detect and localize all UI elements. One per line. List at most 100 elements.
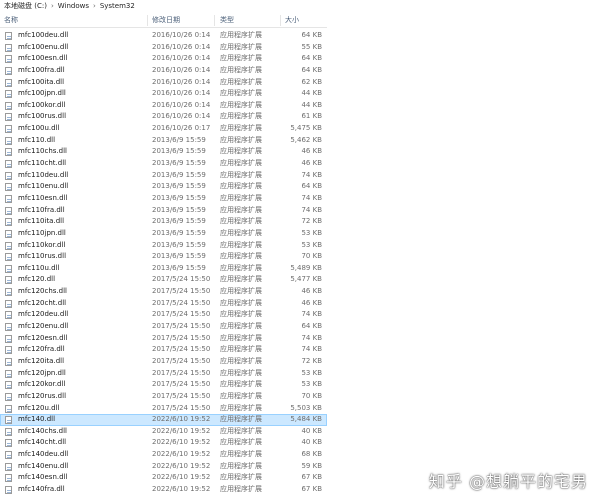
breadcrumb-item-windows[interactable]: Windows <box>56 2 91 10</box>
file-modified-date: 2022/6/10 19:52 <box>152 426 211 435</box>
file-size: 74 KB <box>301 170 322 179</box>
file-type: 应用程序扩展 <box>220 356 262 365</box>
file-size: 44 KB <box>301 89 322 98</box>
file-row[interactable]: mfc110cht.dll 2013/6/9 15:59 应用程序扩展 46 KB <box>0 158 327 170</box>
dll-file-icon <box>5 474 12 483</box>
file-modified-date: 2013/6/9 15:59 <box>152 228 206 237</box>
breadcrumb-item-drive[interactable]: 本地磁盘 (C:) <box>0 1 49 11</box>
file-name: mfc140cht.dll <box>18 438 67 447</box>
file-type: 应用程序扩展 <box>220 426 262 435</box>
file-row[interactable]: mfc100enu.dll 2016/10/26 0:14 应用程序扩展 55 KB <box>0 42 327 54</box>
file-row[interactable]: mfc100esn.dll 2016/10/26 0:14 应用程序扩展 64 KB <box>0 53 327 65</box>
breadcrumb-item-system32[interactable]: System32 <box>98 2 137 10</box>
file-row[interactable]: mfc120rus.dll 2017/5/24 15:50 应用程序扩展 70 KB <box>0 391 327 403</box>
file-row[interactable]: mfc110jpn.dll 2013/6/9 15:59 应用程序扩展 53 KB <box>0 228 327 240</box>
file-row[interactable]: mfc110enu.dll 2013/6/9 15:59 应用程序扩展 64 KB <box>0 181 327 193</box>
file-type: 应用程序扩展 <box>220 147 262 156</box>
dll-file-icon <box>5 264 12 273</box>
file-modified-date: 2017/5/24 15:50 <box>152 368 211 377</box>
file-row[interactable]: mfc120.dll 2017/5/24 15:50 应用程序扩展 5,477 KB <box>0 274 327 286</box>
column-header-name[interactable]: 名称 <box>4 14 18 27</box>
dll-file-icon <box>5 416 12 425</box>
file-row[interactable]: mfc100jpn.dll 2016/10/26 0:14 应用程序扩展 44 KB <box>0 88 327 100</box>
file-row[interactable]: mfc100fra.dll 2016/10/26 0:14 应用程序扩展 64 KB <box>0 65 327 77</box>
file-row[interactable]: mfc110esn.dll 2013/6/9 15:59 应用程序扩展 74 KB <box>0 193 327 205</box>
file-name: mfc110rus.dll <box>18 252 67 261</box>
file-row[interactable]: mfc110ita.dll 2013/6/9 15:59 应用程序扩展 72 KB <box>0 216 327 228</box>
file-size: 5,462 KB <box>290 135 322 144</box>
file-row[interactable]: mfc120enu.dll 2017/5/24 15:50 应用程序扩展 64 KB <box>0 321 327 333</box>
file-row[interactable]: mfc100kor.dll 2016/10/26 0:14 应用程序扩展 44 KB <box>0 100 327 112</box>
file-type: 应用程序扩展 <box>220 182 262 191</box>
file-name: mfc110chs.dll <box>18 147 67 156</box>
file-row[interactable]: mfc110.dll 2013/6/9 15:59 应用程序扩展 5,462 KB <box>0 135 327 147</box>
column-header-size[interactable]: 大小 <box>285 14 299 27</box>
file-modified-date: 2013/6/9 15:59 <box>152 182 206 191</box>
file-row[interactable]: mfc110kor.dll 2013/6/9 15:59 应用程序扩展 53 KB <box>0 240 327 252</box>
file-name: mfc110esn.dll <box>18 193 68 202</box>
file-name: mfc140deu.dll <box>18 450 69 459</box>
file-row[interactable]: mfc120u.dll 2017/5/24 15:50 应用程序扩展 5,503 KB <box>0 403 327 415</box>
file-row[interactable]: mfc120cht.dll 2017/5/24 15:50 应用程序扩展 46 KB <box>0 298 327 310</box>
file-type: 应用程序扩展 <box>220 135 262 144</box>
file-type: 应用程序扩展 <box>220 484 262 493</box>
file-row[interactable]: mfc100deu.dll 2016/10/26 0:14 应用程序扩展 64 KB <box>0 30 327 42</box>
file-modified-date: 2017/5/24 15:50 <box>152 298 211 307</box>
dll-file-icon <box>5 66 12 75</box>
file-name: mfc110jpn.dll <box>18 228 66 237</box>
file-row[interactable]: mfc120fra.dll 2017/5/24 15:50 应用程序扩展 74 KB <box>0 344 327 356</box>
dll-file-icon <box>5 357 12 366</box>
dll-file-icon <box>5 369 12 378</box>
file-name: mfc100esn.dll <box>18 54 68 63</box>
file-modified-date: 2017/5/24 15:50 <box>152 380 211 389</box>
file-row[interactable]: mfc120jpn.dll 2017/5/24 15:50 应用程序扩展 53 KB <box>0 368 327 380</box>
file-row[interactable]: mfc120chs.dll 2017/5/24 15:50 应用程序扩展 46 KB <box>0 286 327 298</box>
file-row[interactable]: mfc140fra.dll 2022/6/10 19:52 应用程序扩展 67 KB <box>0 484 327 496</box>
file-modified-date: 2017/5/24 15:50 <box>152 356 211 365</box>
file-row[interactable]: mfc100u.dll 2016/10/26 0:17 应用程序扩展 5,475 KB <box>0 123 327 135</box>
file-name: mfc110kor.dll <box>18 240 66 249</box>
file-row[interactable]: mfc140deu.dll 2022/6/10 19:52 应用程序扩展 68 KB <box>0 449 327 461</box>
file-row[interactable]: mfc120ita.dll 2017/5/24 15:50 应用程序扩展 72 KB <box>0 356 327 368</box>
file-row[interactable]: mfc110chs.dll 2013/6/9 15:59 应用程序扩展 46 KB <box>0 146 327 158</box>
file-modified-date: 2022/6/10 19:52 <box>152 415 211 424</box>
dll-file-icon <box>5 253 12 262</box>
file-row[interactable]: mfc140cht.dll 2022/6/10 19:52 应用程序扩展 40 KB <box>0 437 327 449</box>
file-modified-date: 2016/10/26 0:14 <box>152 54 211 63</box>
file-row[interactable]: mfc100rus.dll 2016/10/26 0:14 应用程序扩展 61 KB <box>0 111 327 123</box>
file-modified-date: 2013/6/9 15:59 <box>152 252 206 261</box>
file-row[interactable]: mfc140.dll 2022/6/10 19:52 应用程序扩展 5,484 KB <box>0 414 327 426</box>
chevron-right-icon[interactable]: › <box>91 2 98 10</box>
dll-file-icon <box>5 206 12 215</box>
file-row[interactable]: mfc110fra.dll 2013/6/9 15:59 应用程序扩展 74 KB <box>0 205 327 217</box>
column-header-type[interactable]: 类型 <box>220 14 234 27</box>
file-row[interactable]: mfc110deu.dll 2013/6/9 15:59 应用程序扩展 74 KB <box>0 170 327 182</box>
file-type: 应用程序扩展 <box>220 89 262 98</box>
chevron-right-icon[interactable]: › <box>49 2 56 10</box>
column-divider[interactable] <box>280 15 281 26</box>
file-row[interactable]: mfc140chs.dll 2022/6/10 19:52 应用程序扩展 40 KB <box>0 426 327 438</box>
column-divider[interactable] <box>214 15 215 26</box>
file-type: 应用程序扩展 <box>220 193 262 202</box>
file-row[interactable]: mfc110u.dll 2013/6/9 15:59 应用程序扩展 5,489 KB <box>0 263 327 275</box>
file-row[interactable]: mfc120kor.dll 2017/5/24 15:50 应用程序扩展 53 KB <box>0 379 327 391</box>
file-row[interactable]: mfc110rus.dll 2013/6/9 15:59 应用程序扩展 70 KB <box>0 251 327 263</box>
file-size: 53 KB <box>301 368 322 377</box>
file-modified-date: 2022/6/10 19:52 <box>152 473 211 482</box>
file-row[interactable]: mfc140enu.dll 2022/6/10 19:52 应用程序扩展 59 KB <box>0 461 327 473</box>
file-size: 70 KB <box>301 252 322 261</box>
file-size: 40 KB <box>301 426 322 435</box>
file-row[interactable]: mfc100ita.dll 2016/10/26 0:14 应用程序扩展 62 KB <box>0 77 327 89</box>
file-row[interactable]: mfc120deu.dll 2017/5/24 15:50 应用程序扩展 74 KB <box>0 309 327 321</box>
file-name: mfc140enu.dll <box>18 461 69 470</box>
dll-file-icon <box>5 485 12 494</box>
file-size: 53 KB <box>301 240 322 249</box>
file-row[interactable]: mfc120esn.dll 2017/5/24 15:50 应用程序扩展 74 KB <box>0 333 327 345</box>
file-row[interactable]: mfc140esn.dll 2022/6/10 19:52 应用程序扩展 67 KB <box>0 472 327 484</box>
dll-file-icon <box>5 299 12 308</box>
dll-file-icon <box>5 346 12 355</box>
column-divider[interactable] <box>147 15 148 26</box>
file-modified-date: 2013/6/9 15:59 <box>152 159 206 168</box>
column-header-date[interactable]: 修改日期 <box>152 14 180 27</box>
file-type: 应用程序扩展 <box>220 275 262 284</box>
